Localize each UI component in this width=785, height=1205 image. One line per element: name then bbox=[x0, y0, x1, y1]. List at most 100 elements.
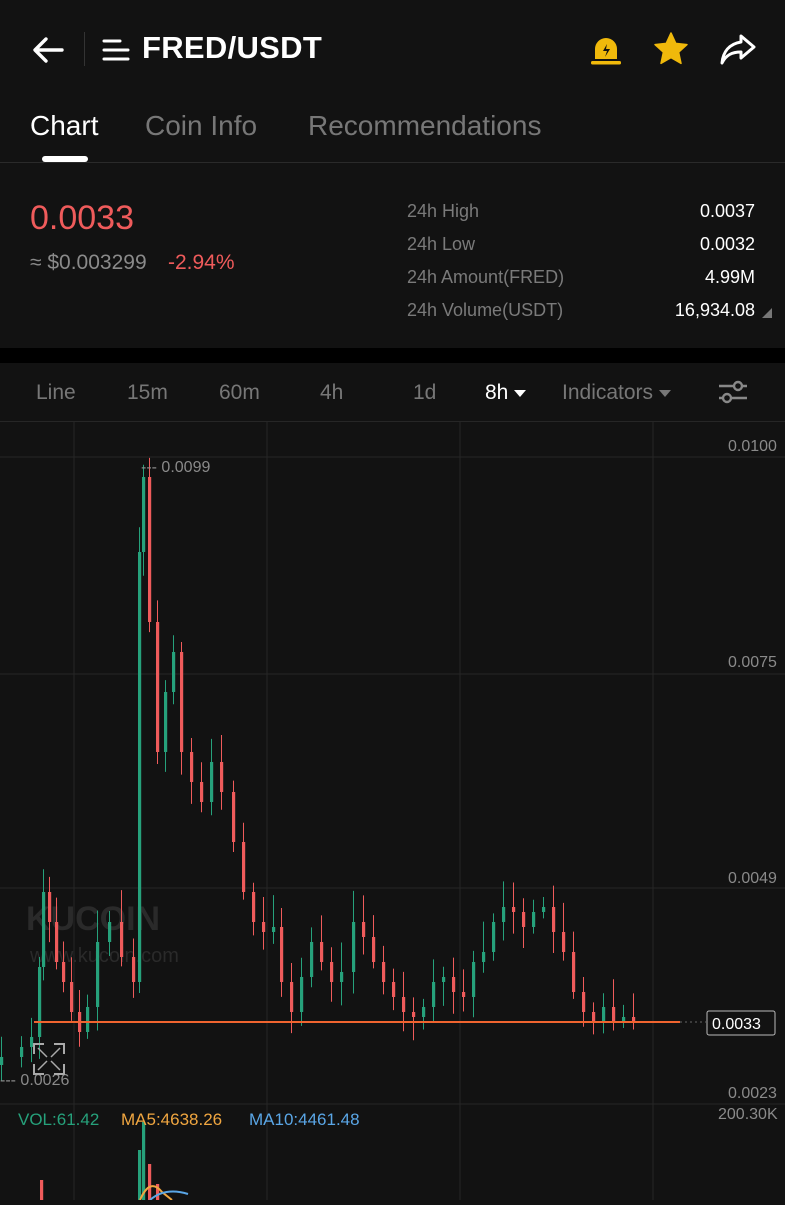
alarm-bell-icon[interactable] bbox=[588, 32, 624, 68]
volume-bars bbox=[40, 1122, 189, 1201]
candle-body bbox=[582, 992, 586, 1012]
candle-body bbox=[272, 927, 276, 932]
candle-body bbox=[602, 1007, 606, 1022]
tab-coin-info[interactable]: Coin Info bbox=[145, 110, 257, 142]
candle-body bbox=[412, 1012, 416, 1017]
timeframe-selected[interactable]: 8h bbox=[485, 381, 527, 405]
candle-body bbox=[502, 907, 506, 922]
candlestick-chart[interactable]: KUCOIN www.kucoin.com 0.0100 0.0075 0.00… bbox=[0, 422, 785, 1201]
timeframe-4h[interactable]: 4h bbox=[320, 381, 343, 405]
candle-body bbox=[462, 992, 466, 997]
candle-body bbox=[164, 692, 168, 752]
fullscreen-icon[interactable] bbox=[33, 1043, 65, 1075]
corner-triangle-icon bbox=[762, 308, 772, 318]
candle-body bbox=[138, 552, 142, 982]
candle-body bbox=[562, 932, 566, 952]
candle-body bbox=[542, 907, 546, 912]
candle-body bbox=[262, 922, 266, 932]
candle-body bbox=[200, 782, 204, 802]
candle-body bbox=[352, 922, 356, 972]
timeframe-bar: Line 15m 60m 4h 1d 8h Indicators bbox=[0, 363, 785, 422]
star-icon[interactable] bbox=[652, 30, 690, 68]
candle-body bbox=[300, 977, 304, 1012]
back-arrow-icon[interactable] bbox=[28, 30, 68, 70]
price-change-percent: -2.94% bbox=[168, 251, 235, 274]
candle-body bbox=[592, 1012, 596, 1022]
stat-label-24h-low: 24h Low bbox=[407, 234, 476, 254]
timeframe-line[interactable]: Line bbox=[36, 381, 76, 405]
candle-body bbox=[148, 477, 152, 622]
candle-body bbox=[472, 962, 476, 997]
volume-bar bbox=[142, 1122, 146, 1200]
candle-body bbox=[172, 652, 176, 692]
stat-label-24h-amount: 24h Amount(FRED) bbox=[407, 267, 565, 287]
tab-recommendations[interactable]: Recommendations bbox=[308, 110, 541, 142]
candle-body bbox=[382, 962, 386, 982]
chart-settings-icon[interactable] bbox=[716, 377, 750, 407]
candle-body bbox=[372, 937, 376, 962]
candle-body bbox=[432, 982, 436, 1007]
candle-body bbox=[522, 912, 526, 927]
y-tick-2: 0.0049 bbox=[728, 870, 777, 887]
timeframe-selected-label: 8h bbox=[485, 381, 509, 404]
tab-bar: Chart Coin Info Recommendations bbox=[0, 100, 785, 163]
active-tab-indicator bbox=[42, 156, 88, 162]
candle-body bbox=[290, 982, 294, 1012]
caret-down-icon bbox=[514, 389, 527, 397]
pair-title[interactable]: FRED/USDT bbox=[142, 30, 322, 66]
high-marker: --- 0.0099 bbox=[141, 459, 210, 476]
candle-body bbox=[492, 922, 496, 952]
timeframe-1d[interactable]: 1d bbox=[413, 381, 436, 405]
last-price: 0.0033 bbox=[30, 199, 134, 237]
volume-bar bbox=[40, 1180, 44, 1200]
volume-axis-max: 200.30K bbox=[718, 1106, 778, 1123]
tab-chart[interactable]: Chart bbox=[30, 110, 98, 142]
candle-body bbox=[242, 842, 246, 892]
candle-body bbox=[320, 942, 324, 962]
candle-body bbox=[38, 967, 42, 1037]
stat-value-24h-high: 0.0037 bbox=[699, 201, 755, 221]
candle-body bbox=[142, 477, 146, 552]
candle-body bbox=[512, 907, 516, 912]
candle-body bbox=[132, 957, 136, 982]
ma10-legend: MA10:4461.48 bbox=[249, 1110, 360, 1129]
menu-icon[interactable] bbox=[102, 36, 130, 64]
vol-legend: VOL:61.42 bbox=[18, 1110, 100, 1129]
timeframe-15m[interactable]: 15m bbox=[127, 381, 168, 405]
candle-body bbox=[190, 752, 194, 782]
candle-body bbox=[55, 922, 59, 962]
volume-bar bbox=[148, 1164, 152, 1200]
candle-body bbox=[310, 942, 314, 977]
y-tick-3: 0.0023 bbox=[728, 1085, 777, 1102]
usd-price: ≈ $0.003299 bbox=[30, 251, 147, 274]
candle-body bbox=[210, 762, 214, 802]
candle-body bbox=[330, 962, 334, 982]
candle-body bbox=[442, 977, 446, 982]
ma5-legend: MA5:4638.26 bbox=[121, 1110, 223, 1129]
candles bbox=[0, 457, 636, 1082]
candle-body bbox=[612, 1007, 616, 1022]
caret-down-icon bbox=[659, 389, 672, 397]
candle-body bbox=[96, 942, 100, 1007]
candle-body bbox=[422, 1007, 426, 1017]
candle-body bbox=[48, 892, 52, 922]
stat-label-24h-high: 24h High bbox=[407, 201, 480, 221]
candle-body bbox=[280, 927, 284, 982]
header-bar: FRED/USDT bbox=[0, 0, 785, 100]
candle-body bbox=[362, 922, 366, 937]
stat-value-24h-amount: 4.99M bbox=[704, 267, 755, 287]
candle-body bbox=[552, 907, 556, 932]
share-icon[interactable] bbox=[718, 30, 758, 68]
candle-body bbox=[180, 652, 184, 752]
indicators-dropdown[interactable]: Indicators bbox=[562, 381, 672, 405]
stat-label-24h-volume: 24h Volume(USDT) bbox=[407, 300, 564, 320]
candle-body bbox=[42, 892, 46, 967]
ticker-stats: 0.0033 ≈ $0.003299 -2.94% 24h High 0.003… bbox=[0, 163, 785, 348]
chart-canvas[interactable]: KUCOIN www.kucoin.com 0.0100 0.0075 0.00… bbox=[0, 422, 785, 1201]
timeframe-60m[interactable]: 60m bbox=[219, 381, 260, 405]
y-tick-1: 0.0075 bbox=[728, 654, 777, 671]
candle-body bbox=[402, 997, 406, 1012]
candle-body bbox=[482, 952, 486, 962]
candle-body bbox=[340, 972, 344, 982]
candle-body bbox=[220, 762, 224, 792]
